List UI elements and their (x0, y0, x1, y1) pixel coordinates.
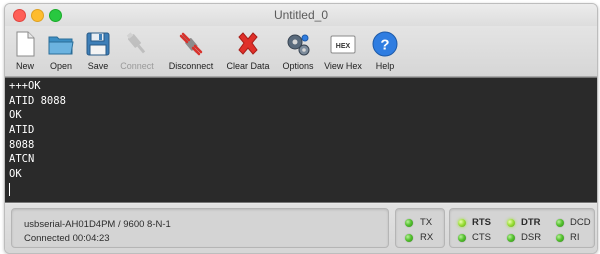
clear-data-button[interactable]: Clear Data (223, 28, 273, 74)
console-line: OK (9, 168, 22, 181)
options-label: Options (282, 61, 314, 71)
hex-icon-text: HEX (336, 43, 351, 50)
rts-label: RTS (472, 217, 491, 228)
disconnect-button[interactable]: Disconnect (165, 28, 217, 74)
document-icon (16, 31, 35, 57)
question-icon: ? (372, 31, 398, 57)
status-bar: usbserial-AH01D4PM / 9600 8-N-1 Connecte… (5, 204, 597, 253)
open-button[interactable]: Open (45, 28, 77, 74)
open-label: Open (49, 61, 73, 71)
port-info: usbserial-AH01D4PM / 9600 8-N-1 (24, 219, 171, 230)
connect-label: Connect (120, 61, 154, 71)
console-line: ATID 8088 (9, 94, 66, 107)
help-icon-text: ? (380, 37, 389, 54)
dsr-led (507, 234, 515, 242)
console-line: ATCN (9, 153, 35, 166)
disconnect-plug-icon (179, 32, 203, 56)
window-title: Untitled_0 (273, 8, 329, 22)
console-line: +++OK (9, 80, 41, 92)
rts-led[interactable] (458, 219, 466, 227)
dcd-label: DCD (570, 217, 591, 228)
new-button[interactable]: New (11, 28, 39, 74)
folder-icon (48, 36, 74, 55)
view-hex-label: View Hex (324, 61, 362, 71)
tx-led (405, 219, 413, 227)
view-hex-button[interactable]: HEX View Hex (321, 28, 365, 74)
rx-label: RX (420, 232, 434, 243)
floppy-disk-icon (86, 32, 110, 56)
dtr-led[interactable] (507, 219, 515, 227)
tx-rx-panel: TX RX (395, 208, 445, 248)
disconnect-label: Disconnect (168, 61, 214, 71)
line-signals-panel: RTS CTS DTR DSR DCD RI (449, 208, 595, 248)
rx-led (405, 234, 413, 242)
terminal-window: Untitled_0 New Open Save Connect Disconn… (4, 3, 598, 254)
usb-plug-icon (126, 32, 146, 54)
text-cursor (9, 182, 10, 196)
console-line: 8088 (9, 138, 35, 151)
hex-icon: HEX (330, 35, 356, 54)
connection-time: Connected 00:04:23 (24, 233, 110, 244)
toolbar: New Open Save Connect Disconnect Clear D… (5, 26, 597, 77)
help-label: Help (375, 61, 395, 71)
dtr-label: DTR (521, 217, 541, 228)
cts-label: CTS (472, 232, 491, 243)
connect-button[interactable]: Connect (117, 28, 157, 74)
ri-label: RI (570, 232, 580, 243)
save-label: Save (87, 61, 109, 71)
console-line: ATID (9, 124, 35, 137)
tx-label: TX (420, 217, 433, 228)
help-button[interactable]: ? Help (371, 28, 399, 74)
console-line: OK (9, 109, 22, 122)
clear-data-label: Clear Data (226, 61, 270, 71)
connection-info-panel: usbserial-AH01D4PM / 9600 8-N-1 Connecte… (11, 208, 389, 248)
save-button[interactable]: Save (83, 28, 113, 74)
red-x-icon (238, 32, 258, 55)
terminal-console[interactable]: +++OK ATID 8088 OK ATID 8088 ATCN OK (5, 77, 597, 203)
new-label: New (15, 61, 34, 71)
ri-led (556, 234, 564, 242)
options-button[interactable]: Options (279, 28, 317, 74)
dcd-led (556, 219, 564, 227)
gears-icon (287, 34, 310, 56)
dsr-label: DSR (521, 232, 542, 243)
cts-led (458, 234, 466, 242)
title-bar: Untitled_0 (5, 4, 597, 26)
